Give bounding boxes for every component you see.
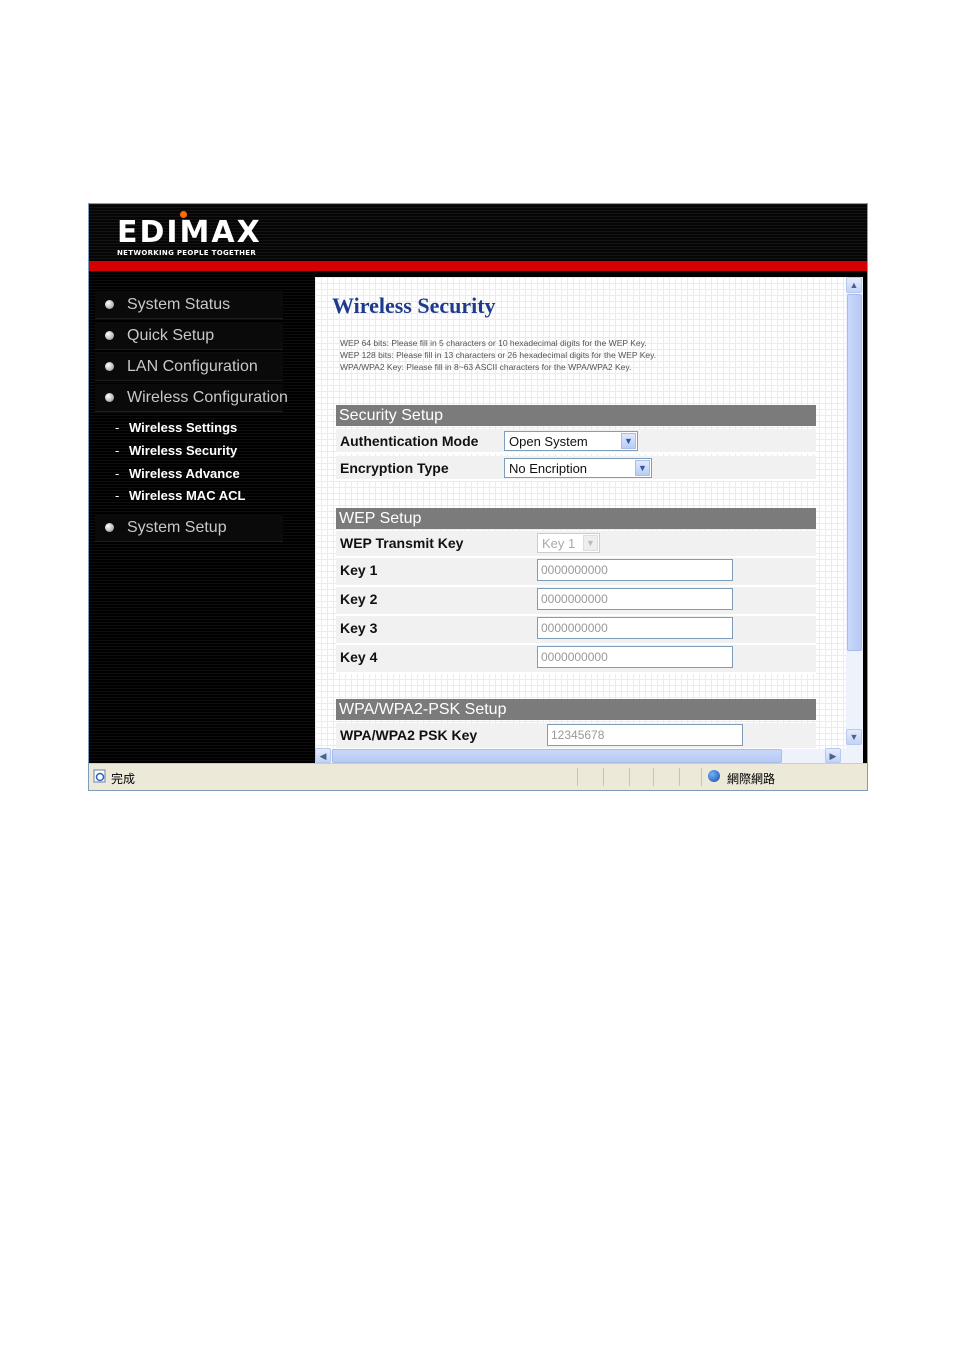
- encryption-type-row: Encryption Type No Encription ▼: [336, 456, 816, 481]
- sidebar-item-label: Wireless Configuration: [127, 389, 288, 406]
- encryption-type-select[interactable]: No Encription ▼: [504, 458, 652, 478]
- scroll-right-icon[interactable]: ▶: [825, 748, 841, 763]
- vertical-scrollbar[interactable]: ▲ ▼: [846, 277, 863, 749]
- scroll-down-icon[interactable]: ▼: [846, 729, 862, 745]
- key-4-input[interactable]: 0000000000: [537, 646, 733, 668]
- authentication-mode-select[interactable]: Open System ▼: [504, 431, 638, 451]
- zone-text: 網際網路: [727, 772, 776, 786]
- sidebar-item-lan-configuration[interactable]: LAN Configuration: [95, 353, 283, 381]
- vertical-scroll-thumb[interactable]: [847, 294, 862, 651]
- content-area: Wireless Security WEP 64 bits: Please fi…: [315, 277, 846, 749]
- dash: -: [115, 420, 120, 435]
- dash: -: [115, 443, 120, 458]
- section-header-security-setup: Security Setup: [336, 405, 816, 426]
- sidebar: System Status Quick Setup LAN Configurat…: [89, 271, 315, 763]
- key-1-input[interactable]: 0000000000: [537, 559, 733, 581]
- logo-wordmark: EDIMAX: [117, 215, 262, 250]
- bullet-icon: [105, 300, 114, 309]
- sidebar-item-label: System Setup: [127, 519, 227, 536]
- sidebar-item-system-status[interactable]: System Status: [95, 291, 283, 319]
- key-3-input[interactable]: 0000000000: [537, 617, 733, 639]
- key-1-row: Key 1 0000000000: [336, 558, 816, 587]
- sidebar-subitem-label: Wireless Advance: [129, 466, 240, 481]
- sidebar-item-label: LAN Configuration: [127, 358, 258, 375]
- bullet-icon: [105, 523, 114, 532]
- key-3-label: Key 3: [340, 620, 378, 636]
- bullet-icon: [105, 393, 114, 402]
- status-separator: [679, 768, 680, 786]
- key-2-row: Key 2 0000000000: [336, 587, 816, 616]
- status-separator: [629, 768, 630, 786]
- bullet-icon: [105, 331, 114, 340]
- globe-icon: [708, 770, 720, 782]
- sidebar-subitem-wireless-security[interactable]: - Wireless Security: [115, 443, 237, 458]
- sidebar-subitem-label: Wireless Settings: [129, 420, 238, 435]
- status-separator: [577, 768, 578, 786]
- status-text: 完成: [111, 772, 136, 786]
- sidebar-subitem-label: Wireless MAC ACL: [129, 488, 246, 503]
- wep-transmit-key-row: WEP Transmit Key Key 1 ▼: [336, 531, 816, 558]
- authentication-mode-label: Authentication Mode: [340, 433, 479, 449]
- key-2-input[interactable]: 0000000000: [537, 588, 733, 610]
- status-separator: [653, 768, 654, 786]
- sidebar-subitem-wireless-mac-acl[interactable]: - Wireless MAC ACL: [115, 488, 245, 503]
- status-bar: 完成 網際網路: [89, 763, 867, 790]
- wpa-psk-key-input[interactable]: 12345678: [547, 724, 743, 746]
- section-header-wpa-psk-setup: WPA/WPA2-PSK Setup: [336, 699, 816, 720]
- key-4-label: Key 4: [340, 649, 378, 665]
- key-1-label: Key 1: [340, 562, 378, 578]
- horizontal-scrollbar[interactable]: ◀ ▶: [315, 748, 863, 763]
- logo-tagline: NETWORKING PEOPLE TOGETHER: [117, 249, 257, 257]
- encryption-type-label: Encryption Type: [340, 460, 449, 476]
- key-4-row: Key 4 0000000000: [336, 645, 816, 674]
- horizontal-scroll-thumb[interactable]: [332, 749, 782, 763]
- sidebar-subitem-label: Wireless Security: [129, 443, 238, 458]
- select-value: No Encription: [509, 461, 588, 476]
- select-value: Open System: [509, 434, 588, 449]
- status-separator: [701, 768, 702, 786]
- logo-dot: [180, 211, 187, 218]
- chevron-down-icon: ▼: [583, 535, 598, 551]
- bullet-icon: [105, 362, 114, 371]
- select-value: Key 1: [542, 536, 576, 551]
- sidebar-item-label: System Status: [127, 296, 231, 313]
- info-note: WEP 64 bits: Please fill in 5 characters…: [340, 338, 647, 348]
- browser-window: EDIMAX NETWORKING PEOPLE TOGETHER System…: [88, 203, 868, 791]
- sidebar-item-wireless-configuration[interactable]: Wireless Configuration: [95, 384, 288, 412]
- sidebar-subitem-wireless-settings[interactable]: - Wireless Settings: [115, 420, 237, 435]
- dash: -: [115, 466, 120, 481]
- sidebar-item-system-setup[interactable]: System Setup: [95, 514, 283, 542]
- section-header-wep-setup: WEP Setup: [336, 508, 816, 529]
- info-note: WEP 128 bits: Please fill in 13 characte…: [340, 350, 657, 360]
- wep-transmit-key-select[interactable]: Key 1 ▼: [537, 533, 600, 553]
- dash: -: [115, 488, 120, 503]
- info-note: WPA/WPA2 Key: Please fill in 8~63 ASCII …: [340, 362, 632, 372]
- edimax-logo: EDIMAX NETWORKING PEOPLE TOGETHER: [117, 211, 262, 257]
- authentication-mode-row: Authentication Mode Open System ▼: [336, 429, 816, 454]
- chevron-down-icon: ▼: [635, 460, 650, 476]
- scroll-up-icon[interactable]: ▲: [846, 277, 862, 293]
- key-3-row: Key 3 0000000000: [336, 616, 816, 645]
- wpa-psk-key-label: WPA/WPA2 PSK Key: [340, 727, 478, 743]
- sidebar-item-label: Quick Setup: [127, 327, 215, 344]
- status-separator: [603, 768, 604, 786]
- chevron-down-icon: ▼: [621, 433, 636, 449]
- sidebar-subitem-wireless-advance[interactable]: - Wireless Advance: [115, 466, 240, 481]
- header-red-bar: [89, 261, 867, 271]
- scroll-left-icon[interactable]: ◀: [315, 748, 331, 763]
- ie-page-icon: [93, 769, 106, 783]
- key-2-label: Key 2: [340, 591, 378, 607]
- wpa-psk-key-row: WPA/WPA2 PSK Key 12345678: [336, 723, 816, 749]
- header-banner: EDIMAX NETWORKING PEOPLE TOGETHER: [89, 204, 867, 261]
- sidebar-item-quick-setup[interactable]: Quick Setup: [95, 322, 283, 350]
- wep-transmit-key-label: WEP Transmit Key: [340, 535, 464, 551]
- page-title: Wireless Security: [332, 293, 496, 318]
